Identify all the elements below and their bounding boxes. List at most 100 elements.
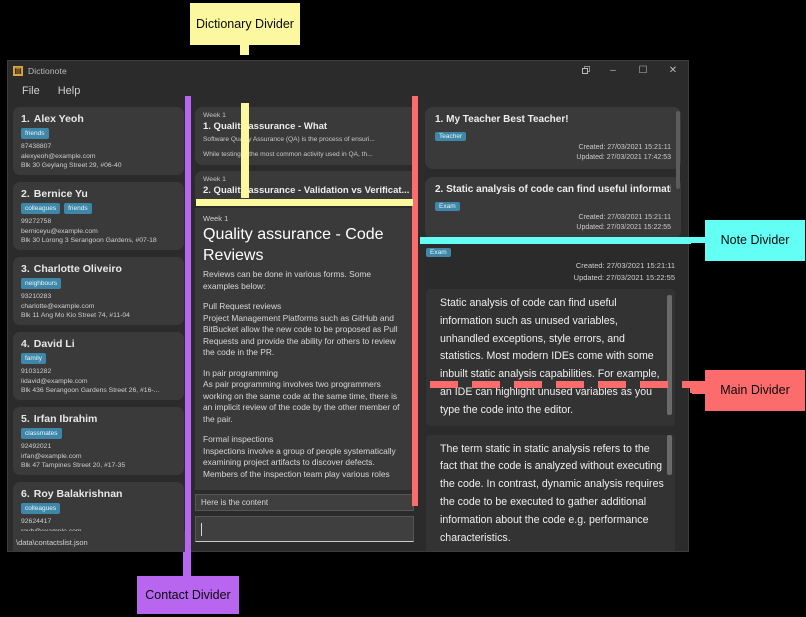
dictionary-detail-intro: Reviews can be done in various forms. So… <box>203 269 372 291</box>
menu-item-help[interactable]: Help <box>50 83 89 99</box>
note-detail[interactable]: Exam Created: 27/03/2021 15:21:11 Update… <box>425 241 681 551</box>
note-detail-body-1: Static analysis of code can find useful … <box>426 289 675 426</box>
note-detail-paragraph: The term static in static analysis refer… <box>440 442 664 544</box>
window-controls: – ☐ ✕ <box>574 61 688 80</box>
contact-card[interactable]: 6. Roy Balakrishnan colleagues 92624417 r… <box>13 482 184 531</box>
contact-phone: 91031282 <box>21 368 52 375</box>
contacts-status-bar: \data\contactslist.json <box>13 531 190 551</box>
menu-item-file[interactable]: File <box>14 83 48 99</box>
title-bar-left: ▤ Dictionote <box>8 65 67 76</box>
dictionary-card[interactable]: Week 1 1. Quality assurance - What Softw… <box>195 107 418 165</box>
contact-card[interactable]: 4. David Li family 91031282 lidavid@examp… <box>13 332 184 400</box>
contact-divider-highlight[interactable] <box>185 96 191 555</box>
contact-index: 3. <box>21 263 30 275</box>
contact-tag: family <box>21 353 46 364</box>
contact-phone: 99272758 <box>21 218 52 225</box>
contact-address: Blk 47 Tampines Street 20, #17-35 <box>21 462 126 469</box>
contact-phone: 93210283 <box>21 293 52 300</box>
contacts-list[interactable]: 1. Alex Yeoh friends 87438807 alexyeoh@ex… <box>13 107 190 531</box>
divider-dash <box>640 381 668 388</box>
contact-tags: colleagues friends <box>21 203 176 214</box>
contact-tag: friends <box>21 128 49 139</box>
contact-name: 6. Roy Balakrishnan <box>21 488 123 500</box>
contact-email: alexyeoh@example.com <box>21 152 96 160</box>
notes-scrollbar[interactable] <box>676 111 680 189</box>
note-detail-paragraph: Static analysis of code can find useful … <box>440 297 660 416</box>
dictionary-detail-title: Quality assurance - Code Reviews <box>203 226 384 264</box>
contact-card[interactable]: 3. Charlotte Oliveiro neighbours 93210283… <box>13 257 184 325</box>
note-detail-scrollbar[interactable] <box>667 295 672 415</box>
contacts-status-path: \data\contactslist.json <box>16 537 88 547</box>
dictionary-section-heading: In pair programming <box>203 367 278 378</box>
maximize-button[interactable]: ☐ <box>628 61 658 80</box>
dictionary-panel: Week 1 1. Quality assurance - What Softw… <box>190 102 418 551</box>
dictionary-card-week: Week 1 <box>203 176 226 183</box>
contact-address: Blk 11 Ang Mo Kio Street 74, #11-04 <box>21 312 130 319</box>
result-display: Here is the content <box>195 494 414 511</box>
contact-address: Blk 436 Serangoon Gardens Street 26, #16… <box>21 387 160 394</box>
contact-tag: friends <box>64 203 92 214</box>
contact-tag: classmates <box>21 428 62 439</box>
main-divider-highlight[interactable] <box>412 96 418 506</box>
dictionary-divider-vertical-top[interactable] <box>241 103 249 198</box>
note-detail-tag: Exam <box>426 248 451 257</box>
dictionary-input-area: Here is the content <box>195 490 418 551</box>
screenshot-root: Dictionary Divider Note Divider Main Div… <box>0 0 806 617</box>
contact-index: 2. <box>21 188 30 200</box>
main-divider-dashes <box>430 381 710 388</box>
contact-address: Blk 30 Geylang Street 29, #06-40 <box>21 162 122 169</box>
dictionary-card-line1: Software Quality Assurance (QA) is the p… <box>203 136 375 143</box>
note-detail-scrollbar-2[interactable] <box>667 434 672 475</box>
note-card-tag: Teacher <box>435 132 467 141</box>
divider-dash <box>556 381 584 388</box>
dictionary-detail[interactable]: Week 1 Quality assurance - Code Reviews … <box>195 208 418 490</box>
dictionary-section-body: As pair programming involves two program… <box>203 379 400 424</box>
callout-dictionary-divider-label: Dictionary Divider <box>196 16 294 31</box>
contact-tags: friends <box>21 128 176 139</box>
note-card-title: 2. Static analysis of code can find usef… <box>435 184 671 195</box>
app-icon: ▤ <box>13 65 23 76</box>
note-card-updated: Updated: 27/03/2021 17:42:53 <box>576 154 671 161</box>
note-card-title: 1. My Teacher Best Teacher! <box>435 114 569 125</box>
contact-index: 6. <box>21 488 30 500</box>
callout-note-divider-label: Note Divider <box>720 233 790 247</box>
contact-name: 2. Bernice Yu <box>21 188 88 200</box>
contact-email: lidavid@example.com <box>21 377 88 385</box>
minimize-button[interactable]: – <box>598 61 628 80</box>
dictionary-section-heading: Formal inspections <box>203 434 274 444</box>
callout-dictionary-divider: Dictionary Divider <box>190 3 300 45</box>
contact-card[interactable]: 1. Alex Yeoh friends 87438807 alexyeoh@ex… <box>13 107 184 175</box>
note-card-tag: Exam <box>435 202 460 211</box>
contact-email: irfan@example.com <box>21 452 82 460</box>
contact-index: 5. <box>21 413 30 425</box>
callout-main-divider: Main Divider <box>705 370 805 411</box>
callout-contact-divider: Contact Divider <box>137 576 239 614</box>
dictionary-divider-horizontal[interactable] <box>196 199 413 206</box>
command-input[interactable] <box>195 516 414 542</box>
callout-note-divider: Note Divider <box>705 220 805 261</box>
note-card[interactable]: 1. My Teacher Best Teacher! Teacher Crea… <box>425 107 681 169</box>
dictionary-detail-week: Week 1 <box>203 214 229 223</box>
note-detail-body-2: The term static in static analysis refer… <box>426 434 675 551</box>
dictionary-card-title: 1. Quality assurance - What <box>203 121 328 132</box>
menu-bar: File Help <box>8 80 688 102</box>
restore-small-icon[interactable] <box>574 61 598 80</box>
contact-card[interactable]: 2. Bernice Yu colleagues friends 99272758… <box>13 182 184 250</box>
note-card[interactable]: 2. Static analysis of code can find usef… <box>425 177 681 239</box>
panels-container: 1. Alex Yeoh friends 87438807 alexyeoh@ex… <box>8 102 688 551</box>
callout-stub-note <box>690 237 706 243</box>
note-detail-created: Created: 27/03/2021 15:21:11 <box>575 261 675 270</box>
contact-card[interactable]: 5. Irfan Ibrahim classmates 92492021 irfa… <box>13 407 184 475</box>
window-title: Dictionote <box>28 65 67 76</box>
contact-tag: colleagues <box>21 503 61 514</box>
dictionary-card-list[interactable]: Week 1 1. Quality assurance - What Softw… <box>195 102 418 205</box>
contact-tags: colleagues <box>21 503 176 514</box>
note-divider-highlight[interactable] <box>420 237 691 244</box>
notes-card-list[interactable]: 1. My Teacher Best Teacher! Teacher Crea… <box>425 107 681 241</box>
close-button[interactable]: ✕ <box>658 61 688 80</box>
result-display-text: Here is the content <box>201 498 269 507</box>
dictionary-section-heading: Pull Request reviews <box>203 301 282 311</box>
dictionary-section-body: Project Management Platforms such as Git… <box>203 312 398 358</box>
contact-email: royb@example.com <box>21 527 82 532</box>
contact-phone: 92624417 <box>21 518 52 525</box>
